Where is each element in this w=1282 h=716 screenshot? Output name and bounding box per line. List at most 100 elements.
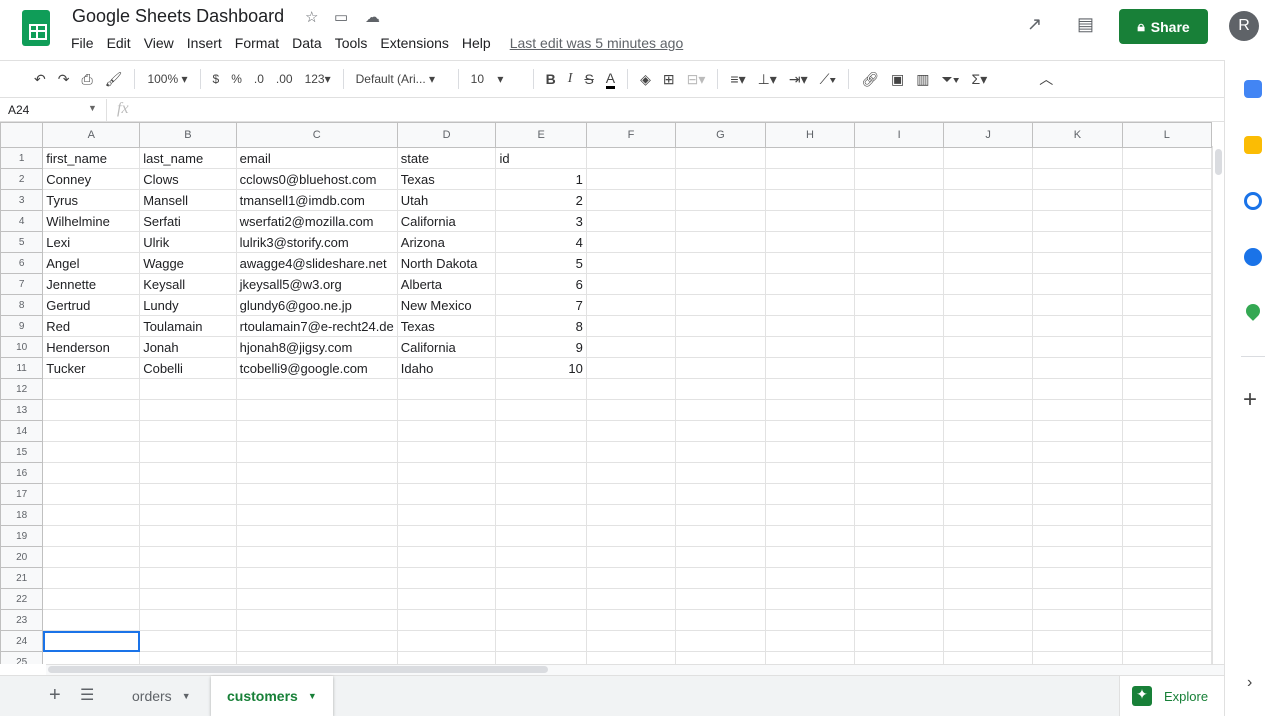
cell-d12[interactable] xyxy=(396,378,497,400)
cell-h18[interactable] xyxy=(764,504,856,526)
borders-icon[interactable]: ⊞ xyxy=(663,71,675,88)
cell-k15[interactable] xyxy=(1032,441,1123,463)
align-left-icon[interactable]: ≡▾ xyxy=(730,71,745,88)
cell-a19[interactable] xyxy=(42,525,141,547)
cell-f10[interactable] xyxy=(585,336,677,358)
cell-e12[interactable] xyxy=(495,378,587,400)
cell-b5[interactable]: Ulrik xyxy=(139,231,237,253)
cell-j22[interactable] xyxy=(943,588,1034,610)
cell-f4[interactable] xyxy=(585,210,677,232)
cell-g21[interactable] xyxy=(675,567,766,589)
cell-a1[interactable]: first_name xyxy=(42,147,141,169)
cell-b12[interactable] xyxy=(139,378,237,400)
cell-h8[interactable] xyxy=(764,294,856,316)
cell-g19[interactable] xyxy=(675,525,766,547)
last-edit-link[interactable]: Last edit was 5 minutes ago xyxy=(510,35,684,51)
cell-j7[interactable] xyxy=(943,273,1034,295)
expand-chevron-right-icon[interactable]: › xyxy=(1247,674,1252,692)
cell-e10[interactable]: 9 xyxy=(495,336,587,358)
cell-h13[interactable] xyxy=(764,399,856,421)
cell-f17[interactable] xyxy=(585,483,677,505)
cell-j8[interactable] xyxy=(943,294,1034,316)
cell-g17[interactable] xyxy=(675,483,766,505)
cell-i23[interactable] xyxy=(854,609,945,631)
cell-k23[interactable] xyxy=(1032,609,1123,631)
cell-b4[interactable]: Serfati xyxy=(139,210,237,232)
cell-l2[interactable] xyxy=(1121,168,1212,190)
column-header-a[interactable]: A xyxy=(42,122,141,148)
formula-input[interactable] xyxy=(150,103,1150,119)
text-rotation-icon[interactable]: ⟋▾ xyxy=(820,71,837,88)
cell-e20[interactable] xyxy=(495,546,587,568)
cell-c2[interactable]: cclows0@bluehost.com xyxy=(235,168,398,190)
menu-extensions[interactable]: Extensions xyxy=(380,35,448,51)
cell-a21[interactable] xyxy=(42,567,141,589)
cell-f25[interactable] xyxy=(585,651,677,664)
cell-l19[interactable] xyxy=(1121,525,1212,547)
cell-a2[interactable]: Conney xyxy=(42,168,141,190)
cell-g8[interactable] xyxy=(675,294,766,316)
cell-b25[interactable] xyxy=(139,651,237,664)
cell-k20[interactable] xyxy=(1032,546,1123,568)
name-box-dropdown-icon[interactable]: ▼ xyxy=(88,103,97,113)
cell-f9[interactable] xyxy=(585,315,677,337)
cell-g1[interactable] xyxy=(675,147,766,169)
cell-h11[interactable] xyxy=(764,357,856,379)
cell-e15[interactable] xyxy=(495,441,587,463)
cell-j17[interactable] xyxy=(943,483,1034,505)
column-header-k[interactable]: K xyxy=(1032,122,1123,148)
cell-b14[interactable] xyxy=(139,420,237,442)
cell-i11[interactable] xyxy=(854,357,945,379)
cell-g11[interactable] xyxy=(675,357,766,379)
cell-h15[interactable] xyxy=(764,441,856,463)
cell-f15[interactable] xyxy=(585,441,677,463)
cell-l25[interactable] xyxy=(1121,651,1212,664)
number-format-select[interactable]: 123▾ xyxy=(305,72,331,86)
cell-b13[interactable] xyxy=(139,399,237,421)
cell-e24[interactable] xyxy=(495,630,587,652)
row-header[interactable]: 21 xyxy=(0,567,44,589)
cell-l11[interactable] xyxy=(1121,357,1212,379)
cell-d6[interactable]: North Dakota xyxy=(396,252,497,274)
cell-k17[interactable] xyxy=(1032,483,1123,505)
cell-k19[interactable] xyxy=(1032,525,1123,547)
cell-i1[interactable] xyxy=(854,147,945,169)
cell-h4[interactable] xyxy=(764,210,856,232)
cell-e1[interactable]: id xyxy=(495,147,587,169)
sheets-logo-icon[interactable] xyxy=(22,10,50,46)
cell-a9[interactable]: Red xyxy=(42,315,141,337)
cell-l9[interactable] xyxy=(1121,315,1212,337)
explore-button[interactable]: ✦ Explore xyxy=(1119,676,1224,716)
sheet-tab-orders[interactable]: orders ▼ xyxy=(116,676,207,716)
cloud-status-icon[interactable]: ☁ xyxy=(365,8,380,26)
cell-l13[interactable] xyxy=(1121,399,1212,421)
cell-l6[interactable] xyxy=(1121,252,1212,274)
cell-k6[interactable] xyxy=(1032,252,1123,274)
cell-a16[interactable] xyxy=(42,462,141,484)
cell-b9[interactable]: Toulamain xyxy=(139,315,237,337)
cell-j19[interactable] xyxy=(943,525,1034,547)
row-header[interactable]: 1 xyxy=(0,147,44,169)
cell-l5[interactable] xyxy=(1121,231,1212,253)
cell-j14[interactable] xyxy=(943,420,1034,442)
currency-button[interactable]: $ xyxy=(213,72,220,86)
row-header[interactable]: 16 xyxy=(0,462,44,484)
cell-g7[interactable] xyxy=(675,273,766,295)
cell-k24[interactable] xyxy=(1032,630,1123,652)
cell-c11[interactable]: tcobelli9@google.com xyxy=(235,357,398,379)
cell-j10[interactable] xyxy=(943,336,1034,358)
name-box[interactable]: A24 xyxy=(8,103,29,117)
cell-j3[interactable] xyxy=(943,189,1034,211)
cell-f20[interactable] xyxy=(585,546,677,568)
cell-l14[interactable] xyxy=(1121,420,1212,442)
cell-a5[interactable]: Lexi xyxy=(42,231,141,253)
cell-f7[interactable] xyxy=(585,273,677,295)
column-header-d[interactable]: D xyxy=(396,122,497,148)
cell-a20[interactable] xyxy=(42,546,141,568)
cell-g14[interactable] xyxy=(675,420,766,442)
cell-h1[interactable] xyxy=(764,147,856,169)
column-header-e[interactable]: E xyxy=(495,122,587,148)
cell-j13[interactable] xyxy=(943,399,1034,421)
menu-tools[interactable]: Tools xyxy=(335,35,368,51)
cell-d21[interactable] xyxy=(396,567,497,589)
